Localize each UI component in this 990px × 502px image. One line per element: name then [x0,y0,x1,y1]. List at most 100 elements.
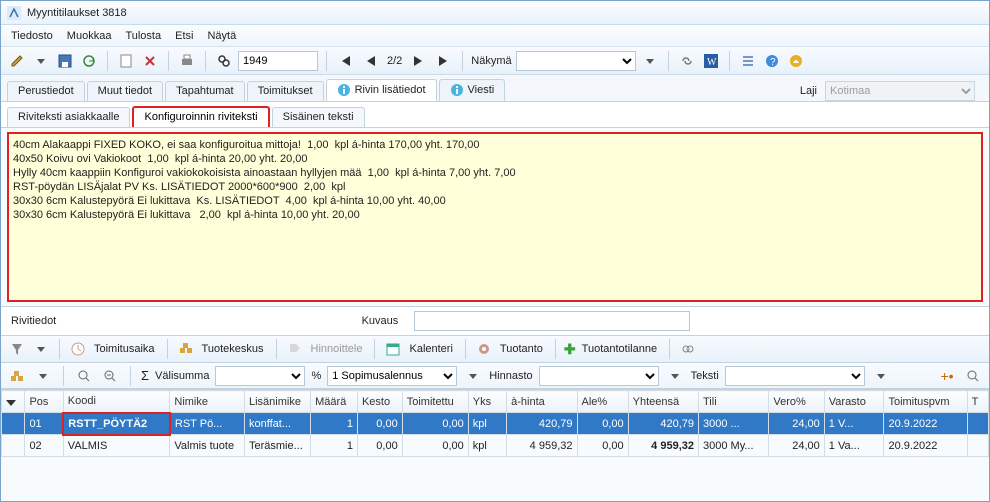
konfig-textarea[interactable]: 40cm Alakaappi FIXED KOKO, ei saa konfig… [7,132,983,302]
sopimusalennus-select[interactable]: 1 Sopimusalennus [327,366,457,386]
print-icon[interactable] [177,51,197,71]
nav-first-icon[interactable] [335,51,355,71]
menu-tiedosto[interactable]: Tiedosto [11,30,53,42]
col-yhteensa[interactable]: Yhteensä [628,391,698,413]
subtab-sisainen[interactable]: Sisäinen teksti [272,107,365,127]
nav-prev-icon[interactable] [361,51,381,71]
tab-rivin-lisatiedot[interactable]: Rivin lisätiedot [326,79,437,101]
tab-perustiedot[interactable]: Perustiedot [7,81,85,101]
link-icon[interactable] [677,51,697,71]
col-toimitettu[interactable]: Toimitettu [402,391,468,413]
app-icon [7,6,21,20]
clock-icon[interactable] [68,339,88,359]
tab-tapahtumat[interactable]: Tapahtumat [165,81,244,101]
bell-icon[interactable] [786,51,806,71]
nav-next-icon[interactable] [408,51,428,71]
col-toimituspvm[interactable]: Toimituspvm [884,391,967,413]
tab-viesti[interactable]: Viesti [439,79,506,101]
menubar: Tiedosto Muokkaa Tulosta Etsi Näytä [1,25,989,47]
calendar-icon[interactable] [383,339,403,359]
info-icon [450,83,464,97]
dropdown-icon[interactable] [665,366,685,386]
toimitusaika-button[interactable]: Toimitusaika [94,343,155,355]
stack-icon[interactable] [7,366,27,386]
filter-icon[interactable] [7,339,27,359]
table-row[interactable]: 01 RSTT_PÖYTÄ2 RST Pö... konffat... 1 0,… [2,413,989,435]
subtab-konfiguroinnin[interactable]: Konfiguroinnin riviteksti [132,106,269,127]
dropdown-icon[interactable] [463,366,483,386]
col-lisanimike[interactable]: Lisänimike [244,391,310,413]
save-icon[interactable] [55,51,75,71]
zoom-icon[interactable] [74,366,94,386]
col-varasto[interactable]: Varasto [824,391,884,413]
col-maara[interactable]: Määrä [311,391,358,413]
col-tili[interactable]: Tili [699,391,769,413]
tuotekeskus-button[interactable]: Tuotekeskus [202,343,264,355]
search-input[interactable] [238,51,318,71]
kalenteri-button[interactable]: Kalenteri [409,343,452,355]
tag-icon[interactable] [285,339,305,359]
dropdown-icon[interactable] [31,339,51,359]
plus-icon[interactable]: ✚ [564,341,576,358]
menu-nayta[interactable]: Näytä [207,30,236,42]
hinnasto-label: Hinnasto [489,370,532,382]
tuotantotilanne-button[interactable]: Tuotantotilanne [582,343,657,355]
refresh-icon[interactable] [79,51,99,71]
zoom-out-icon[interactable] [100,366,120,386]
laji-select: Kotimaa [825,81,975,101]
delete-icon[interactable] [140,51,160,71]
col-ahinta[interactable]: à-hinta [507,391,577,413]
teksti-select[interactable] [725,366,865,386]
col-kesto[interactable]: Kesto [357,391,402,413]
kuvaus-label: Kuvaus [362,315,399,327]
hinnoittele-button[interactable]: Hinnoittele [311,343,363,355]
tab-toimitukset[interactable]: Toimitukset [247,81,324,101]
pager-label: 2/2 [387,55,402,67]
menu-etsi[interactable]: Etsi [175,30,193,42]
help-icon[interactable]: ? [762,51,782,71]
zoom2-icon[interactable] [963,366,983,386]
col-veropct[interactable]: Vero% [769,391,824,413]
order-grid[interactable]: Pos Koodi Nimike Lisänimike Määrä Kesto … [1,389,989,501]
col-yks[interactable]: Yks [468,391,506,413]
table-row[interactable]: 02 VALMIS Valmis tuote Teräsmie... 1 0,0… [2,435,989,457]
add-row-icon[interactable]: +• [937,366,957,386]
col-koodi[interactable]: Koodi [63,391,170,413]
menu-muokkaa[interactable]: Muokkaa [67,30,112,42]
window-title: Myyntitilaukset 3818 [27,7,127,19]
new-icon[interactable] [116,51,136,71]
cell-koodi: RSTT_PÖYTÄ2 [63,413,170,435]
tab-muut-tiedot[interactable]: Muut tiedot [87,81,163,101]
subtab-asiakkaalle[interactable]: Riviteksti asiakkaalle [7,107,130,127]
word-icon[interactable]: W [701,51,721,71]
col-t[interactable]: T [967,391,988,413]
edit-icon[interactable] [7,51,27,71]
hinnasto-select[interactable] [539,366,659,386]
dropdown2-icon[interactable] [640,51,660,71]
col-expand[interactable] [2,391,25,413]
col-nimike[interactable]: Nimike [170,391,245,413]
teksti-label: Teksti [691,370,719,382]
list-icon[interactable] [738,51,758,71]
chain-icon[interactable] [678,339,698,359]
col-alepct[interactable]: Ale% [577,391,628,413]
nakyma-select[interactable] [516,51,636,71]
kuvaus-input[interactable] [414,311,689,331]
search-icon[interactable] [214,51,234,71]
dropdown-icon[interactable] [33,366,53,386]
rivitiedot-bar: Rivitiedot Kuvaus [1,306,989,335]
tuotanto-button[interactable]: Tuotanto [500,343,543,355]
col-pos[interactable]: Pos [25,391,63,413]
valisumma-select[interactable] [215,366,305,386]
svg-text:?: ? [770,57,776,68]
laji-label: Laji [800,85,817,97]
nav-last-icon[interactable] [434,51,454,71]
menu-tulosta[interactable]: Tulosta [125,30,161,42]
gear-icon[interactable] [474,339,494,359]
sub-toolbar: Σ Välisumma % 1 Sopimusalennus Hinnasto … [1,363,989,389]
cubes-icon[interactable] [176,339,196,359]
svg-text:W: W [707,57,717,68]
dropdown-icon[interactable] [31,51,51,71]
grid-header-row: Pos Koodi Nimike Lisänimike Määrä Kesto … [2,391,989,413]
dropdown-icon[interactable] [871,366,891,386]
